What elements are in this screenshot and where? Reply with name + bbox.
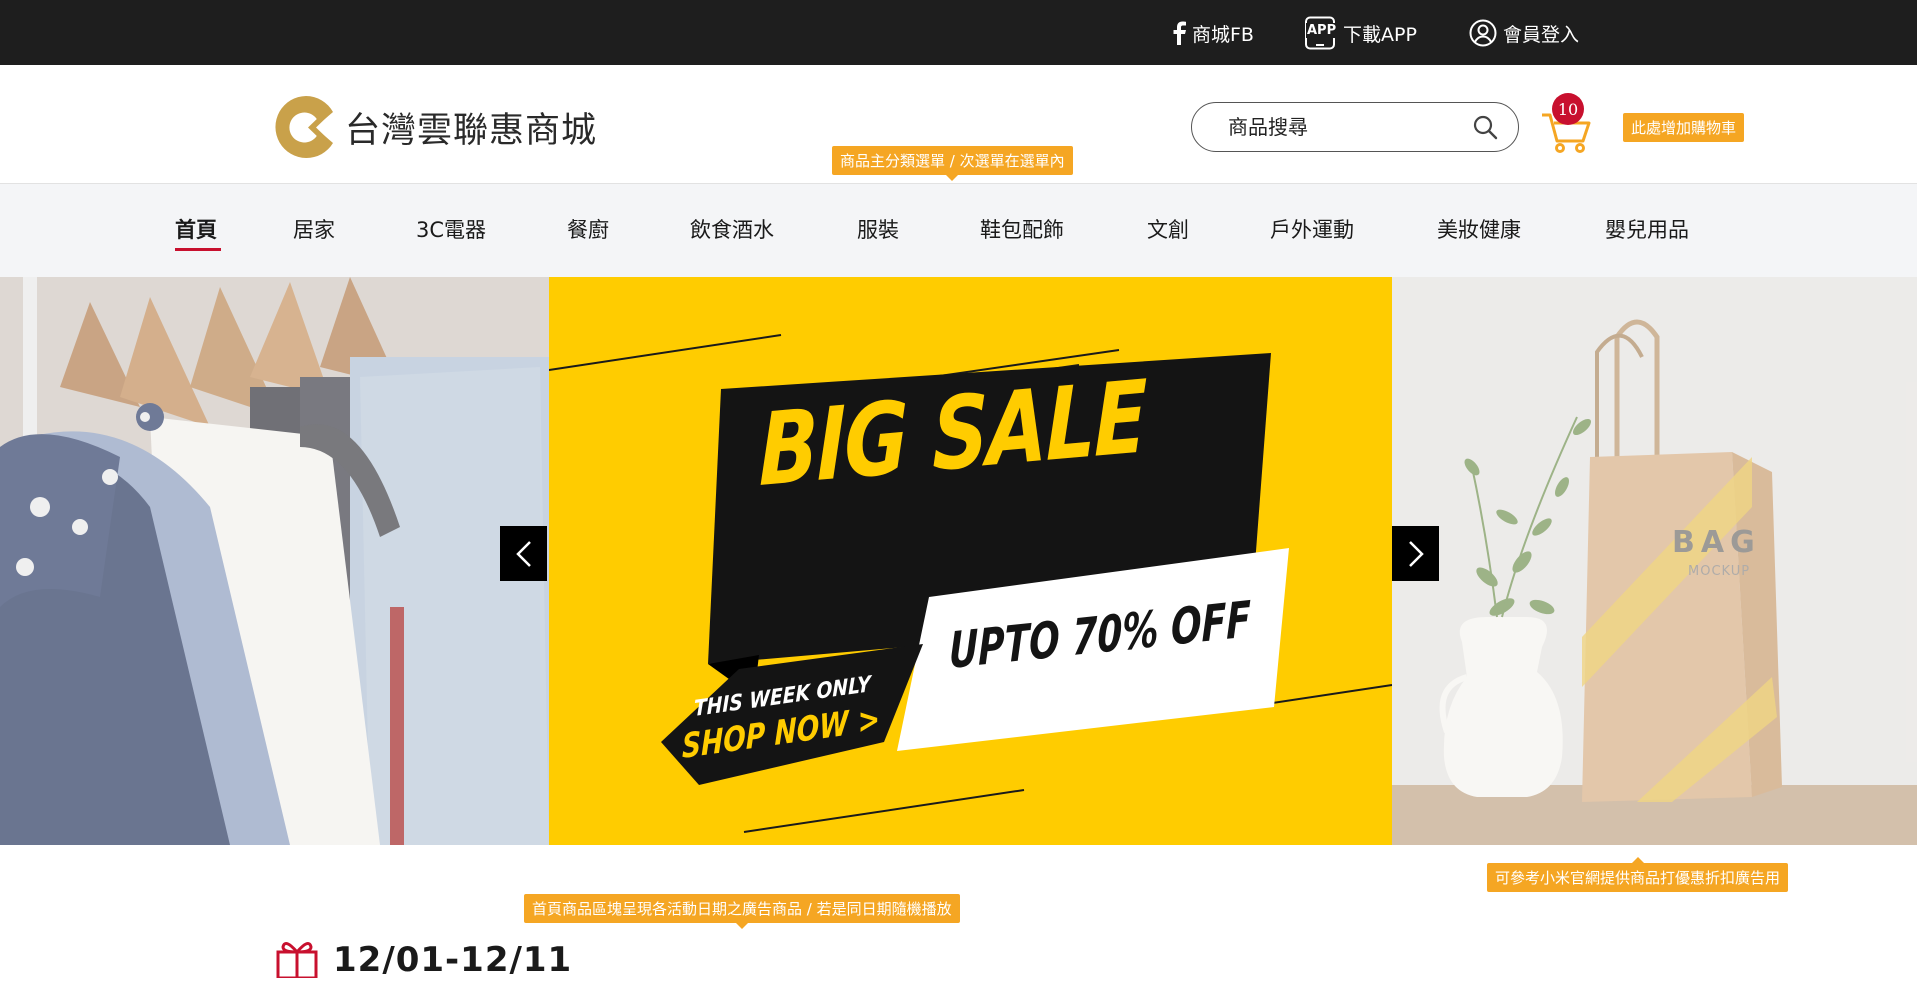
- member-login-label: 會員登入: [1503, 23, 1580, 46]
- nav-item-3c-electronics[interactable]: 3C電器: [416, 214, 486, 244]
- nav-item-outdoor-sports[interactable]: 戶外運動: [1270, 214, 1354, 244]
- site-logo[interactable]: 台灣雲聯惠商城: [275, 94, 597, 161]
- cart-button[interactable]: 10: [1539, 93, 1595, 155]
- nav-item-beauty-health[interactable]: 美妝健康: [1437, 214, 1521, 244]
- carousel-next-button[interactable]: [1392, 526, 1439, 581]
- banner-slide-bag[interactable]: BAG MOCKUP: [1392, 277, 1917, 845]
- facebook-link[interactable]: 商城FB: [1172, 18, 1254, 48]
- chevron-left-icon: [515, 540, 531, 567]
- nav-item-kitchen[interactable]: 餐廚: [567, 214, 609, 244]
- search-input[interactable]: [1228, 115, 1468, 139]
- carousel-prev-button[interactable]: [500, 526, 547, 581]
- chevron-right-icon: [1408, 540, 1424, 567]
- nav-item-home[interactable]: 首頁: [175, 214, 217, 244]
- nav-item-food-drinks[interactable]: 飲食酒水: [690, 214, 774, 244]
- nav-item-shoes-bags[interactable]: 鞋包配飾: [980, 214, 1064, 244]
- user-icon: [1469, 19, 1497, 47]
- slide-dim-overlay: [0, 277, 549, 845]
- nav-item-baby[interactable]: 嬰兒用品: [1605, 214, 1689, 244]
- cart-note: 此處增加購物車: [1623, 113, 1745, 142]
- app-icon-badge: APP: [1306, 22, 1338, 38]
- member-login-link[interactable]: 會員登入: [1469, 18, 1579, 48]
- nav-active-underline: [175, 248, 221, 251]
- nav-item-creative[interactable]: 文創: [1147, 214, 1189, 244]
- cart-count-badge: 10: [1552, 93, 1584, 125]
- nav-item-apparel[interactable]: 服裝: [857, 214, 899, 244]
- category-menu-note: 商品主分類選單 / 次選單在選單內: [832, 146, 1073, 181]
- search-icon[interactable]: [1472, 114, 1498, 144]
- banner-slide-big-sale[interactable]: BIG SALE UPTO 70% OFF THIS WEEK ONLY SHO…: [549, 277, 1392, 845]
- banner-carousel: BIG SALE UPTO 70% OFF THIS WEEK ONLY SHO…: [0, 277, 1917, 845]
- app-icon: APP: [1303, 16, 1338, 50]
- event-date-range: 12/01-12/11: [333, 940, 573, 980]
- download-app-label: 下載APP: [1343, 23, 1417, 46]
- logo-text: 台灣雲聯惠商城: [345, 111, 598, 151]
- slide-dim-overlay: [1392, 277, 1917, 845]
- event-section-header: 12/01-12/11: [275, 940, 572, 980]
- discount-ad-note: 可參考小米官網提供商品打優惠折扣廣告用: [1487, 857, 1789, 892]
- site-header: 台灣雲聯惠商城 商品主分類選單 / 次選單在選單內 10 此處增加購物車: [0, 65, 1917, 183]
- big-sale-graphic: [549, 334, 1392, 833]
- gift-icon: [275, 938, 319, 982]
- top-bar: 商城FB APP 下載APP 會員登入: [0, 0, 1917, 65]
- main-category-nav: 首頁 居家 3C電器 餐廚 飲食酒水 服裝 鞋包配飾 文創 戶外運動 美妝健康 …: [0, 183, 1917, 277]
- facebook-link-label: 商城FB: [1192, 23, 1254, 46]
- download-app-link[interactable]: APP 下載APP: [1303, 16, 1417, 50]
- logo-mark-icon: [275, 96, 333, 158]
- facebook-icon: [1172, 21, 1186, 45]
- nav-item-home-living[interactable]: 居家: [293, 214, 335, 244]
- homepage-products-note: 首頁商品區塊呈現各活動日期之廣告商品 / 若是同日期隨機播放: [524, 894, 960, 929]
- search-box: [1191, 102, 1519, 152]
- banner-slide-clothes[interactable]: [0, 277, 549, 845]
